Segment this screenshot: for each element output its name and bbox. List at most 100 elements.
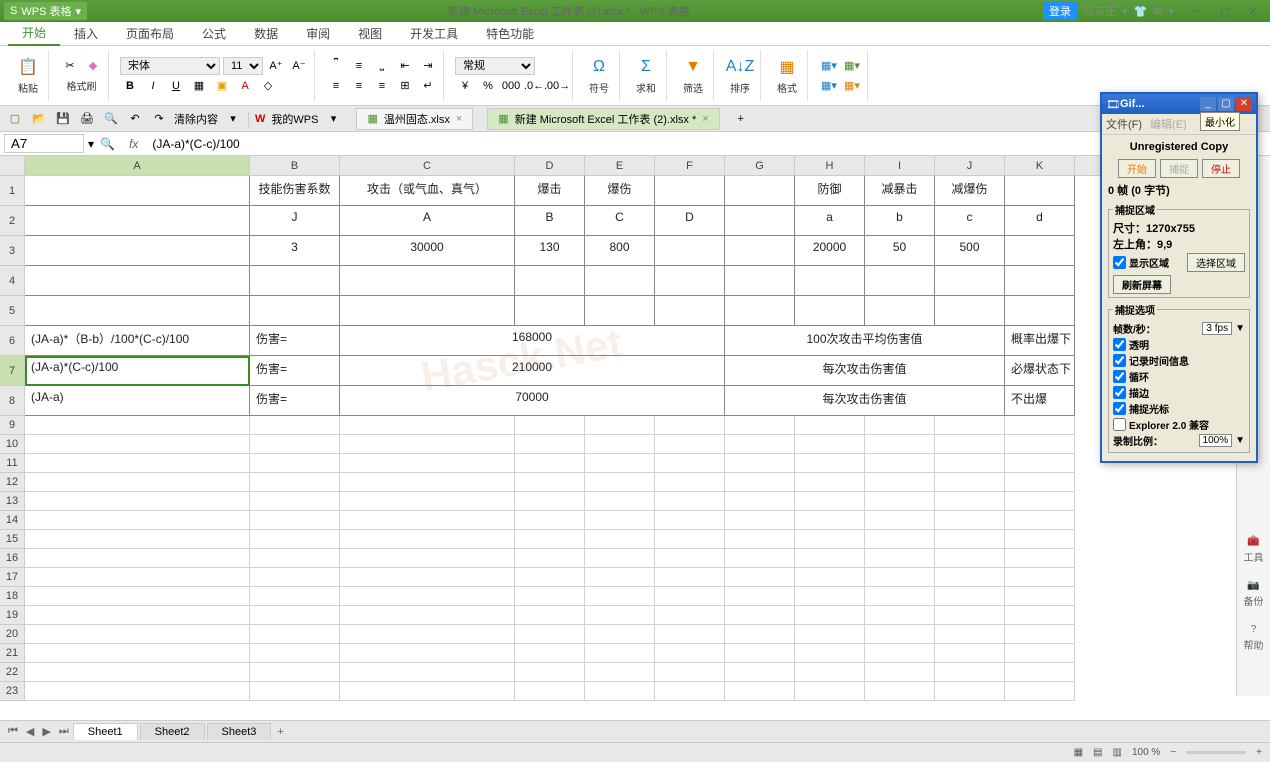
cell-G11[interactable]: [725, 454, 795, 473]
cell-H21[interactable]: [795, 644, 865, 663]
cell-reference-input[interactable]: [4, 134, 84, 153]
table-style-icon[interactable]: ▦▾: [842, 77, 862, 95]
font-name-select[interactable]: 宋体: [120, 57, 220, 75]
col-header-a[interactable]: A: [25, 156, 250, 175]
cell-J15[interactable]: [935, 530, 1005, 549]
cell-E5[interactable]: [585, 296, 655, 326]
border-icon[interactable]: ▦: [189, 77, 209, 95]
cell-I3[interactable]: 50: [865, 236, 935, 266]
cell-H19[interactable]: [795, 606, 865, 625]
cell-G15[interactable]: [725, 530, 795, 549]
cell-G16[interactable]: [725, 549, 795, 568]
gif-maximize-icon[interactable]: ▢: [1218, 97, 1234, 111]
col-header-k[interactable]: K: [1005, 156, 1075, 175]
cell-F9[interactable]: [655, 416, 725, 435]
row-header[interactable]: 11: [0, 454, 25, 473]
cell-C7[interactable]: 210000: [340, 356, 725, 386]
col-header-g[interactable]: G: [725, 156, 795, 175]
col-header-e[interactable]: E: [585, 156, 655, 175]
cell-J3[interactable]: 500: [935, 236, 1005, 266]
cell-K5[interactable]: [1005, 296, 1075, 326]
symbol-button[interactable]: Ω符号: [584, 54, 614, 97]
zoom-out-icon[interactable]: −: [1170, 747, 1176, 758]
cell-E15[interactable]: [585, 530, 655, 549]
cell-E18[interactable]: [585, 587, 655, 606]
cell-K11[interactable]: [1005, 454, 1075, 473]
row-col-icon[interactable]: ▦▾: [819, 57, 839, 75]
sheet-tab-2[interactable]: Sheet2: [140, 723, 205, 740]
cell-C13[interactable]: [340, 492, 515, 511]
cell-K1[interactable]: [1005, 176, 1075, 206]
row-header[interactable]: 17: [0, 568, 25, 587]
cell-A16[interactable]: [25, 549, 250, 568]
cell-C5[interactable]: [340, 296, 515, 326]
cell-A10[interactable]: [25, 435, 250, 454]
tab-data[interactable]: 数据: [240, 22, 292, 45]
cell-B2[interactable]: J: [250, 206, 340, 236]
currency-icon[interactable]: ¥: [455, 77, 475, 95]
cell-D22[interactable]: [515, 663, 585, 682]
cell-B5[interactable]: [250, 296, 340, 326]
format-painter-button[interactable]: 格式刷: [60, 76, 103, 95]
cell-B17[interactable]: [250, 568, 340, 587]
cell-C11[interactable]: [340, 454, 515, 473]
ratio-select[interactable]: 100%: [1199, 434, 1233, 447]
cell-J14[interactable]: [935, 511, 1005, 530]
document-tab-1[interactable]: ▦ 温州固态.xlsx ×: [356, 108, 473, 130]
row-header[interactable]: 5: [0, 296, 25, 326]
cell-K15[interactable]: [1005, 530, 1075, 549]
cell-G18[interactable]: [725, 587, 795, 606]
add-sheet-icon[interactable]: +: [273, 726, 287, 738]
merge-icon[interactable]: ⊞: [395, 77, 415, 95]
cell-C10[interactable]: [340, 435, 515, 454]
cell-C19[interactable]: [340, 606, 515, 625]
backup-button[interactable]: 📷备份: [1244, 580, 1264, 608]
cell-D12[interactable]: [515, 473, 585, 492]
worksheet-icon[interactable]: ▦▾: [842, 57, 862, 75]
row-header[interactable]: 15: [0, 530, 25, 549]
cell-H16[interactable]: [795, 549, 865, 568]
cell-B15[interactable]: [250, 530, 340, 549]
help-button[interactable]: ?帮助: [1244, 624, 1264, 652]
transparent-checkbox[interactable]: 透明: [1113, 337, 1245, 352]
cell-J22[interactable]: [935, 663, 1005, 682]
cell-B8[interactable]: 伤害=: [250, 386, 340, 416]
cell-E2[interactable]: C: [585, 206, 655, 236]
cell-J16[interactable]: [935, 549, 1005, 568]
cell-D13[interactable]: [515, 492, 585, 511]
cell-H3[interactable]: 20000: [795, 236, 865, 266]
cell-E21[interactable]: [585, 644, 655, 663]
bold-button[interactable]: B: [120, 77, 140, 95]
cell-D14[interactable]: [515, 511, 585, 530]
row-header[interactable]: 21: [0, 644, 25, 663]
cell-B20[interactable]: [250, 625, 340, 644]
cell-B22[interactable]: [250, 663, 340, 682]
select-area-button[interactable]: 选择区域: [1187, 253, 1245, 272]
cell-A5[interactable]: [25, 296, 250, 326]
align-right-icon[interactable]: ≡: [372, 77, 392, 95]
cell-E13[interactable]: [585, 492, 655, 511]
wps-dropdown-icon[interactable]: ▾: [324, 110, 342, 128]
cell-K9[interactable]: [1005, 416, 1075, 435]
cell-I21[interactable]: [865, 644, 935, 663]
cell-D1[interactable]: 爆击: [515, 176, 585, 206]
view-normal-icon[interactable]: ▦: [1074, 747, 1083, 758]
cell-D15[interactable]: [515, 530, 585, 549]
cell-F10[interactable]: [655, 435, 725, 454]
zoom-slider[interactable]: [1186, 751, 1246, 754]
cell-D20[interactable]: [515, 625, 585, 644]
fps-select[interactable]: 3 fps: [1202, 322, 1232, 335]
freeze-icon[interactable]: ▦▾: [819, 77, 839, 95]
cell-F1[interactable]: [655, 176, 725, 206]
cell-H4[interactable]: [795, 266, 865, 296]
cell-C9[interactable]: [340, 416, 515, 435]
col-header-b[interactable]: B: [250, 156, 340, 175]
cell-H18[interactable]: [795, 587, 865, 606]
cell-E14[interactable]: [585, 511, 655, 530]
cell-C18[interactable]: [340, 587, 515, 606]
refresh-button[interactable]: 刷新屏幕: [1113, 275, 1171, 294]
cell-J5[interactable]: [935, 296, 1005, 326]
indent-left-icon[interactable]: ⇤: [395, 57, 415, 75]
cell-I1[interactable]: 减暴击: [865, 176, 935, 206]
row-header[interactable]: 9: [0, 416, 25, 435]
